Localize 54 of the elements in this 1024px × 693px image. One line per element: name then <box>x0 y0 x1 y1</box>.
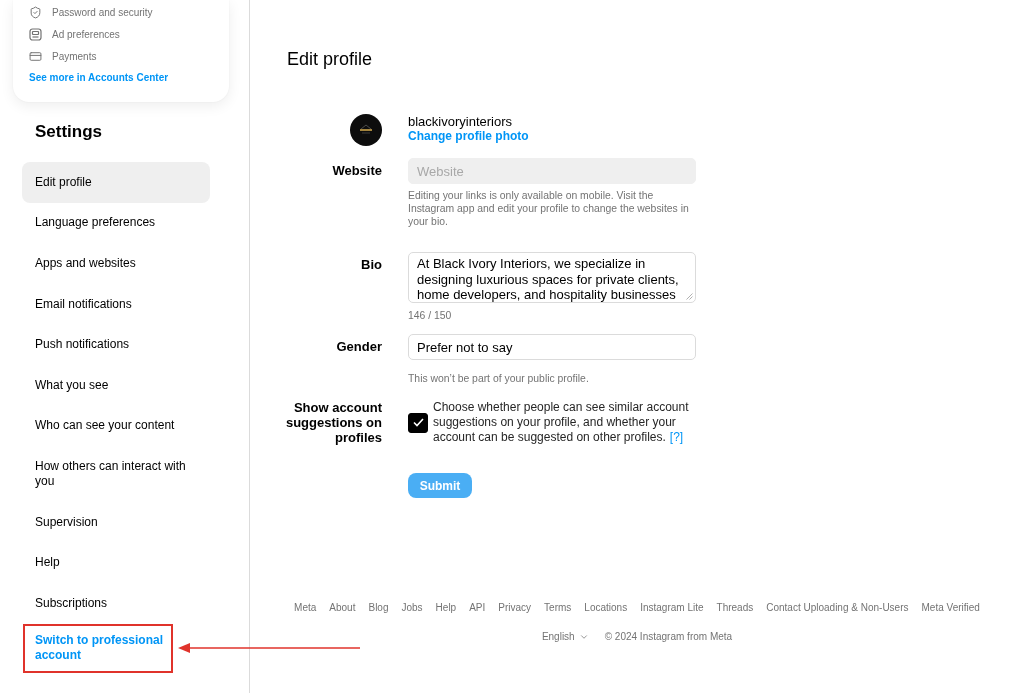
accounts-center-link[interactable]: See more in Accounts Center <box>29 67 169 89</box>
footer-link[interactable]: Contact Uploading & Non-Users <box>766 601 909 614</box>
suggestions-description: Choose whether people can see similar account suggestions on your profile, and whether your account can be suggested on other profiles. [?] <box>433 400 690 445</box>
menu-item[interactable]: Language preferences <box>22 202 210 244</box>
menu-item[interactable]: What you see <box>22 364 210 406</box>
footer-link[interactable]: Locations <box>584 601 628 614</box>
field-label: Gender <box>336 338 382 356</box>
footer-link[interactable]: Blog <box>368 601 389 614</box>
checkmark-icon <box>412 418 424 427</box>
menu-item[interactable]: Apps and websites <box>22 243 210 284</box>
footer-link[interactable]: Help <box>435 601 457 614</box>
menu-item[interactable]: Supervision <box>22 501 210 543</box>
language-selector[interactable]: English <box>541 630 589 643</box>
footer-link[interactable]: About <box>329 601 356 614</box>
footer-link[interactable]: Meta <box>294 601 317 614</box>
field-hint: Editing your links is only available on mobile. Visit the Instagram app and edit your profile to change the websites in your bio. <box>408 189 690 228</box>
footer-link[interactable]: Meta Verified <box>921 601 980 614</box>
left-arrow-icon <box>178 643 360 654</box>
footer-link[interactable]: Instagram Lite <box>640 601 704 614</box>
resize-grip-icon[interactable] <box>686 293 693 300</box>
footer-link[interactable]: Privacy <box>498 601 532 614</box>
accounts-center-item[interactable]: Ad preferences <box>52 28 120 40</box>
profile-avatar[interactable] <box>350 114 382 146</box>
character-count: 146 / 150 <box>408 309 452 322</box>
help-link[interactable]: [?] <box>669 430 684 444</box>
menu-item[interactable]: Email notifications <box>22 283 210 325</box>
menu-item[interactable]: Subscriptions <box>22 582 210 624</box>
input-field[interactable]: Prefer not to say <box>408 334 696 360</box>
accounts-center-item[interactable]: Password and security <box>52 6 153 18</box>
footer-link[interactable]: API <box>469 601 486 614</box>
framed-card-icon <box>29 27 42 41</box>
shield-check-icon <box>29 5 42 19</box>
menu-item[interactable]: Push notifications <box>22 324 210 365</box>
credit-card-icon <box>29 49 42 63</box>
footer-link[interactable]: Jobs <box>401 601 423 614</box>
menu-item[interactable]: How others can interact with you <box>22 446 210 502</box>
settings-title: Settings <box>35 122 103 142</box>
menu-item[interactable]: Who can see your content <box>22 405 210 447</box>
field-label: Bio <box>361 256 382 274</box>
username: blackivoryinteriors <box>408 114 513 129</box>
menu-item[interactable]: Edit profile <box>22 162 210 203</box>
menu-item[interactable]: Switch to professional account <box>25 625 171 671</box>
footer-link[interactable]: Terms <box>544 601 572 614</box>
accounts-center-item[interactable]: Payments <box>52 50 97 62</box>
checkbox[interactable] <box>408 412 428 433</box>
copyright-text: © 2024 Instagram from Meta <box>604 630 733 643</box>
menu-item[interactable]: Help <box>22 542 210 583</box>
page-title: Edit profile <box>287 48 373 70</box>
footer-link[interactable]: Threads <box>716 601 754 614</box>
change-photo-link[interactable]: Change profile photo <box>408 129 529 144</box>
field-hint: This won’t be part of your public profile. <box>408 372 589 385</box>
bio-field[interactable]: At Black Ivory Interiors, we specialize in designing luxurious spaces for private clients, home developers, and hospitality businesses <box>408 252 696 303</box>
field-label: Website <box>332 162 382 180</box>
field-label: Show account suggestions on profiles <box>284 400 382 445</box>
